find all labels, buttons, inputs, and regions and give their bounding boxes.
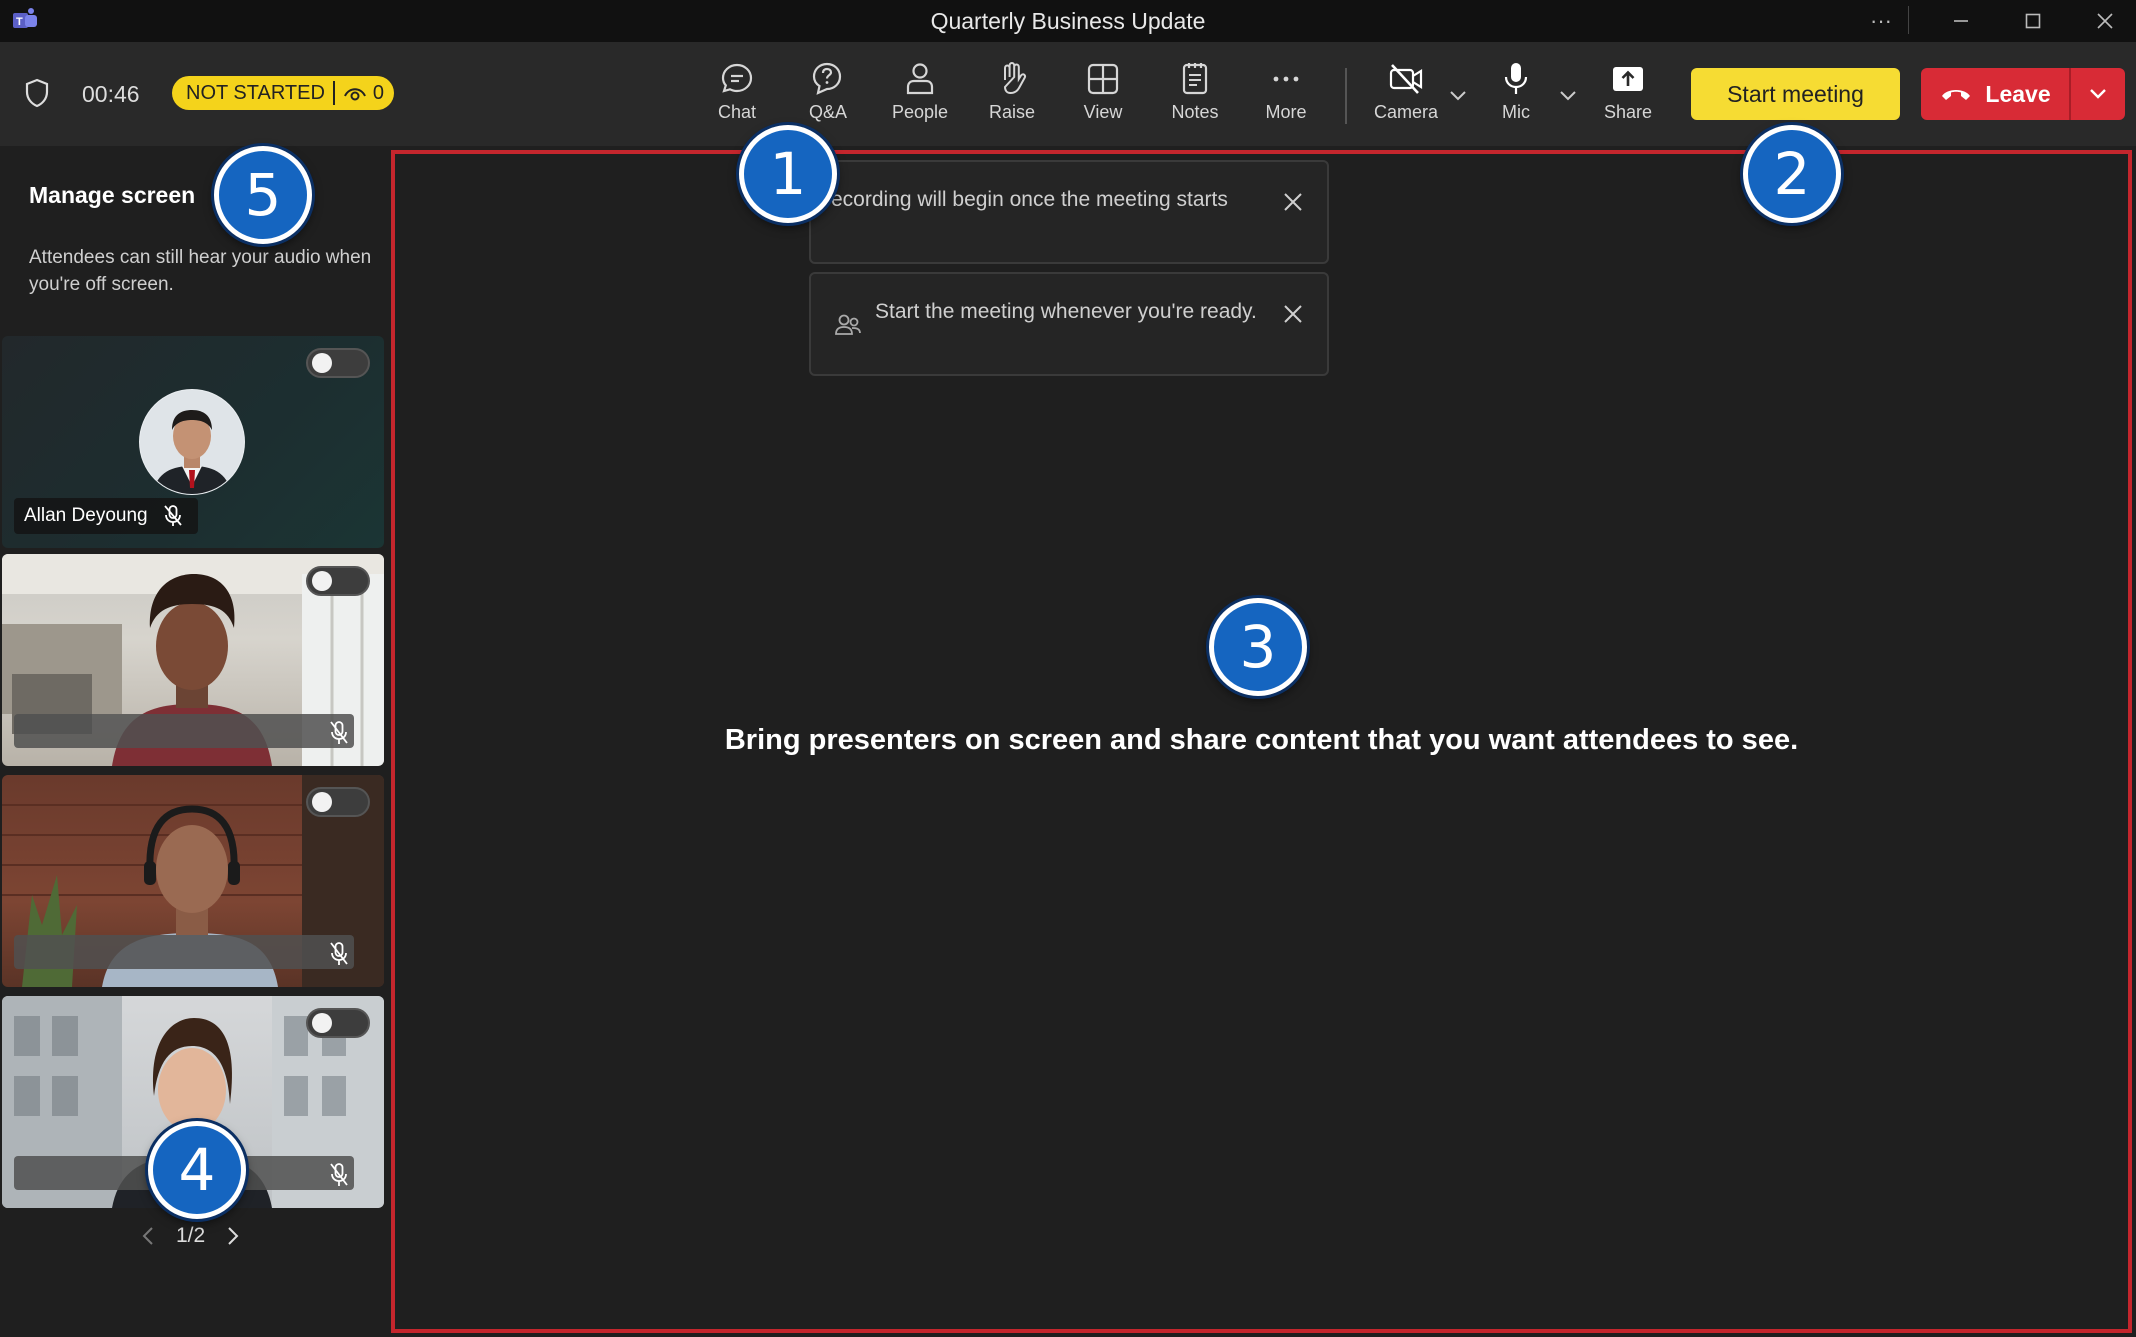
close-icon [2097,13,2113,29]
share-button[interactable]: Share [1586,60,1670,132]
stage-message: Bring presenters on screen and share con… [724,724,1799,756]
mic-muted-icon [330,721,348,744]
mic-muted-icon [330,1163,348,1186]
viewer-count: 0 [335,82,384,105]
next-page-icon[interactable] [225,1225,241,1247]
camera-label: Camera [1373,102,1439,122]
more-options-icon[interactable]: ··· [1846,0,1916,42]
chat-label: Chat [717,102,757,122]
more-dots-icon [1273,76,1299,82]
start-meeting-button[interactable]: Start meeting [1691,68,1900,120]
page-indicator: 1/2 [176,1224,206,1247]
title-bar: T Quarterly Business Update ··· [0,0,2136,42]
mic-label: Mic [1502,102,1530,122]
mic-muted-icon [330,942,348,965]
view-label: View [1083,102,1123,122]
meeting-stage: ecording will begin once the meeting sta… [391,150,2132,1333]
leave-button-group: Leave [1921,68,2125,120]
callout-badge: 2 [1743,125,1841,223]
view-grid-icon [1087,63,1119,95]
notes-icon [1182,63,1208,95]
chevron-down-icon [2090,89,2106,99]
mic-button[interactable]: Mic [1474,60,1558,132]
callout-badge: 5 [214,146,312,244]
participant-name: Allan Deyoung [24,505,148,526]
participant-name-placeholder [14,714,354,748]
qa-label: Q&A [808,102,847,122]
participant-avatar [139,389,245,495]
notification-text: ecording will begin once the meeting sta… [831,188,1228,211]
meeting-status-badge: NOT STARTED 0 [172,76,394,110]
titlebar-divider [1908,6,1909,34]
leave-label: Leave [1985,80,2051,107]
participant-name-placeholder [14,935,354,969]
panel-title: Manage screen [29,182,196,208]
leave-options-button[interactable] [2071,83,2125,105]
hang-up-icon [1942,90,1971,100]
camera-button[interactable]: Camera [1364,60,1448,132]
meeting-timer: 00:46 [82,81,140,107]
share-screen-icon [1613,67,1643,91]
panel-description: Attendees can still hear your audio when… [29,247,372,295]
share-label: Share [1603,102,1653,122]
minimize-button[interactable] [1926,0,1996,42]
microphone-icon [1504,63,1528,94]
minimize-icon [1954,20,1968,22]
callout-badge: 4 [148,1121,246,1219]
leave-button[interactable]: Leave [1921,68,2071,120]
people-label: People [891,102,949,122]
callout-badge: 1 [739,125,837,223]
pagination: 1/2 [140,1224,241,1248]
raise-hand-icon [1003,61,1027,95]
camera-options-chevron-icon[interactable] [1447,84,1469,106]
notes-label: Notes [1171,102,1219,122]
people-group-icon [835,314,861,335]
more-button[interactable]: More [1244,60,1328,132]
on-screen-toggle[interactable] [306,348,370,378]
eye-icon [343,88,366,101]
participant-tile[interactable]: Allan Deyoung [2,336,384,548]
people-icon [906,63,934,95]
mic-muted-icon [163,505,182,526]
mic-options-chevron-icon[interactable] [1557,84,1579,106]
on-screen-toggle[interactable] [306,1008,370,1038]
status-text: NOT STARTED [172,81,335,105]
qa-icon [812,62,842,95]
chat-button[interactable]: Chat [695,60,779,132]
notification-text: Start the meeting whenever you're ready. [875,300,1257,323]
shield-icon [25,78,49,108]
notes-button[interactable]: Notes [1153,60,1237,132]
start-meeting-notification: Start the meeting whenever you're ready. [809,272,1329,376]
more-label: More [1265,102,1307,122]
viewer-count-value: 0 [372,81,385,104]
recording-notification: ecording will begin once the meeting sta… [809,160,1329,264]
close-notification-icon[interactable] [1281,302,1305,326]
maximize-icon [2025,13,2041,29]
camera-off-icon [1389,64,1423,94]
window-title: Quarterly Business Update [930,8,1206,34]
people-button[interactable]: People [878,60,962,132]
on-screen-toggle[interactable] [306,566,370,596]
toolbar-divider [1345,68,1347,124]
view-button[interactable]: View [1061,60,1145,132]
raise-label: Raise [988,102,1036,122]
participant-tile[interactable] [2,554,384,766]
maximize-button[interactable] [1998,0,2068,42]
on-screen-toggle[interactable] [306,787,370,817]
participant-name-tag: Allan Deyoung [14,498,198,534]
close-notification-icon[interactable] [1281,190,1305,214]
chat-icon [721,63,753,93]
close-window-button[interactable] [2070,0,2136,42]
qa-button[interactable]: Q&A [786,60,870,132]
participant-tile[interactable] [2,775,384,987]
raise-hand-button[interactable]: Raise [970,60,1054,132]
callout-badge: 3 [1209,598,1307,696]
previous-page-icon[interactable] [140,1225,156,1247]
